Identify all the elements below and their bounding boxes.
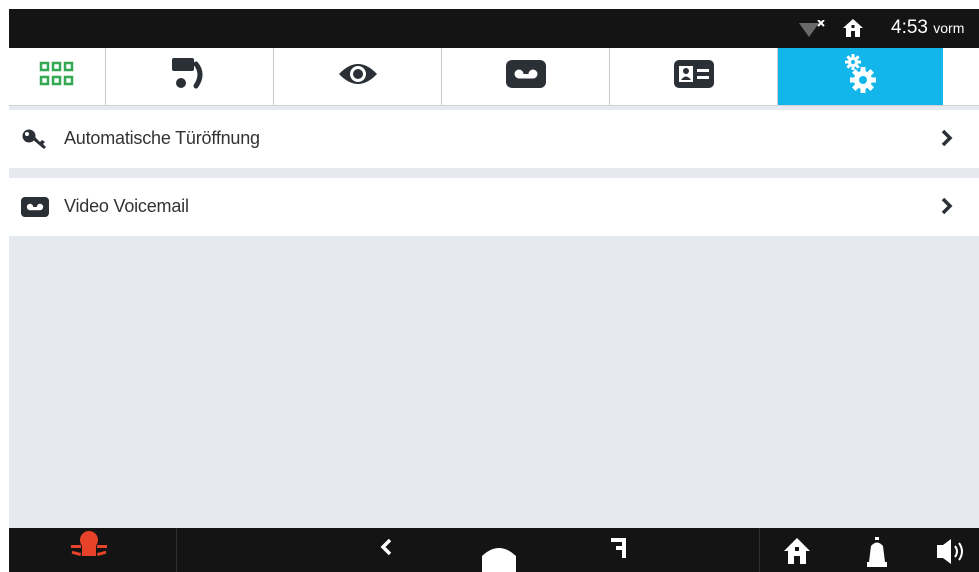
apps-grid-icon	[39, 61, 75, 92]
alarm-button[interactable]	[59, 528, 119, 572]
clock-time: 4:53	[891, 17, 928, 38]
home-icon	[842, 18, 864, 43]
nav-divider	[759, 528, 760, 572]
tab-apps[interactable]	[9, 48, 106, 105]
list-item-label: Automatische Türöffnung	[64, 128, 260, 148]
intercom-call-icon	[170, 56, 210, 97]
eye-icon	[337, 60, 379, 93]
tab-settings[interactable]	[778, 48, 943, 105]
recent-apps-icon	[607, 528, 631, 572]
tab-bar	[9, 48, 979, 106]
tab-contacts[interactable]	[610, 48, 778, 105]
back-button[interactable]	[366, 528, 406, 572]
settings-list: Automatische Türöffnung Video Voicemail	[9, 110, 979, 246]
back-icon	[378, 528, 394, 563]
chevron-right-icon	[941, 197, 953, 220]
voicemail-icon	[21, 197, 49, 222]
tab-voicemail[interactable]	[442, 48, 610, 105]
recent-apps-button[interactable]	[599, 528, 639, 572]
settings-gears-icon	[839, 52, 883, 101]
list-item-automatic-door-opening[interactable]: Automatische Türöffnung	[9, 110, 979, 168]
bell-button[interactable]	[857, 528, 897, 572]
clock: 4:53 vorm	[891, 17, 964, 39]
list-item-label: Video Voicemail	[64, 196, 189, 216]
wifi-off-icon	[799, 19, 825, 43]
chevron-right-icon	[941, 129, 953, 152]
speaker-icon	[933, 528, 973, 572]
contact-card-icon	[673, 59, 715, 94]
tab-intercom[interactable]	[106, 48, 274, 105]
tab-monitor[interactable]	[274, 48, 442, 105]
bell-icon	[865, 528, 889, 572]
home-icon	[479, 528, 519, 572]
nav-divider	[176, 528, 177, 572]
voicemail-icon	[505, 59, 547, 94]
bottom-nav-bar	[9, 528, 979, 572]
home-button[interactable]	[474, 528, 524, 572]
house-icon	[782, 528, 812, 572]
device-screen: 4:53 vorm Automatische Türöffnung Video …	[9, 9, 979, 572]
house-button[interactable]	[777, 528, 817, 572]
list-item-video-voicemail[interactable]: Video Voicemail	[9, 178, 979, 236]
volume-button[interactable]	[931, 528, 975, 572]
alarm-panic-icon	[69, 528, 109, 569]
clock-ampm: vorm	[933, 20, 965, 36]
status-bar: 4:53 vorm	[9, 9, 979, 48]
key-icon	[21, 129, 47, 156]
